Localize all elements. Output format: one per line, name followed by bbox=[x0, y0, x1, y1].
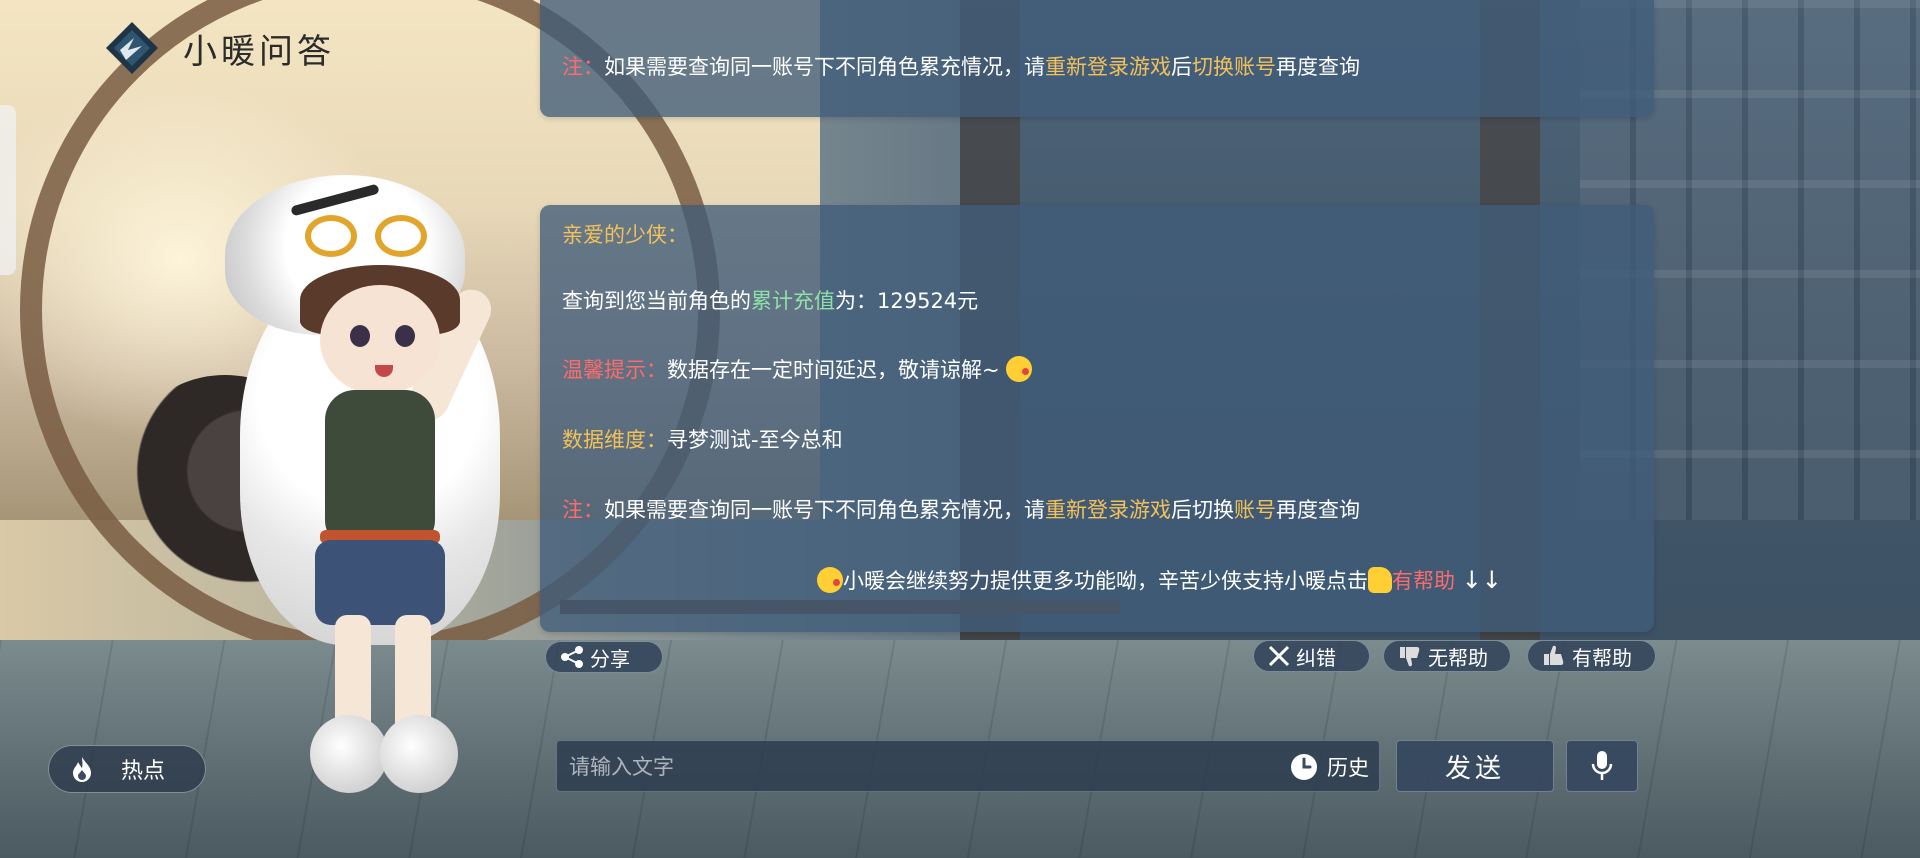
history-button[interactable]: 历史 bbox=[1289, 751, 1369, 783]
side-panel-tab[interactable] bbox=[0, 105, 16, 275]
hot-topics-button[interactable]: 热点 bbox=[48, 745, 206, 793]
note-line: 注：如果需要查询同一账号下不同角色累充情况，请重新登录游戏后切换账号再度查询 bbox=[562, 55, 1360, 79]
tip-line: 温馨提示：数据存在一定时间延迟，敬请谅解~ bbox=[562, 355, 1033, 385]
note-line: 注：如果需要查询同一账号下不同角色累充情况，请重新登录游戏后切换账号再度查询 bbox=[562, 498, 1360, 522]
greeting-line: 亲爱的少侠： bbox=[562, 223, 688, 247]
chat-message-previous: 注：如果需要查询同一账号下不同角色累充情况，请重新登录游戏后切换账号再度查询 bbox=[540, 0, 1654, 117]
close-x-icon bbox=[1268, 645, 1290, 667]
thumbs-up-icon bbox=[1544, 645, 1564, 665]
clock-icon bbox=[1291, 754, 1317, 780]
flame-icon bbox=[73, 757, 91, 782]
relogin-link[interactable]: 重新登录游戏 bbox=[1045, 498, 1171, 522]
app-title: 小暖问答 bbox=[183, 32, 335, 72]
character-illustration bbox=[110, 175, 550, 825]
recharge-result-line: 查询到您当前角色的累计充值为：129524元 bbox=[562, 289, 979, 313]
helpful-button[interactable]: 有帮助 bbox=[1527, 640, 1656, 672]
dimension-line: 数据维度：寻梦测试-至今总和 bbox=[562, 428, 843, 452]
recharge-keyword: 累计充值 bbox=[751, 289, 835, 313]
message-input[interactable] bbox=[567, 741, 1271, 793]
voice-input-button[interactable] bbox=[1566, 740, 1638, 792]
helpful-link[interactable]: 有帮助 bbox=[1392, 569, 1455, 593]
wink-kiss-emoji-icon bbox=[1006, 356, 1033, 382]
share-button[interactable]: 分享 bbox=[545, 641, 663, 673]
thumbs-down-icon bbox=[1400, 647, 1420, 667]
correct-error-button[interactable]: 纠错 bbox=[1253, 640, 1370, 672]
send-button[interactable]: 发送 bbox=[1396, 740, 1554, 792]
relogin-link[interactable]: 重新登录游戏 bbox=[1045, 55, 1171, 79]
diamond-logo-icon bbox=[106, 22, 158, 74]
wink-kiss-emoji-icon bbox=[817, 567, 843, 593]
account-link[interactable]: 账号 bbox=[1234, 498, 1276, 522]
switch-account-link[interactable]: 切换账号 bbox=[1192, 55, 1276, 79]
chat-message-answer: 亲爱的少侠： 查询到您当前角色的累计充值为：129524元 温馨提示：数据存在一… bbox=[540, 205, 1654, 632]
share-icon bbox=[561, 646, 583, 668]
unhelpful-button[interactable]: 无帮助 bbox=[1383, 640, 1511, 672]
microphone-icon bbox=[1591, 751, 1613, 780]
thumbs-up-emoji-icon bbox=[1368, 567, 1392, 593]
down-arrows-icon: ↓↓ bbox=[1461, 566, 1502, 594]
message-input-box: 历史 bbox=[556, 740, 1380, 793]
footer-line: 小暖会继续努力提供更多功能呦，辛苦少侠支持小暖点击 有帮助 ↓↓ bbox=[817, 565, 1502, 596]
